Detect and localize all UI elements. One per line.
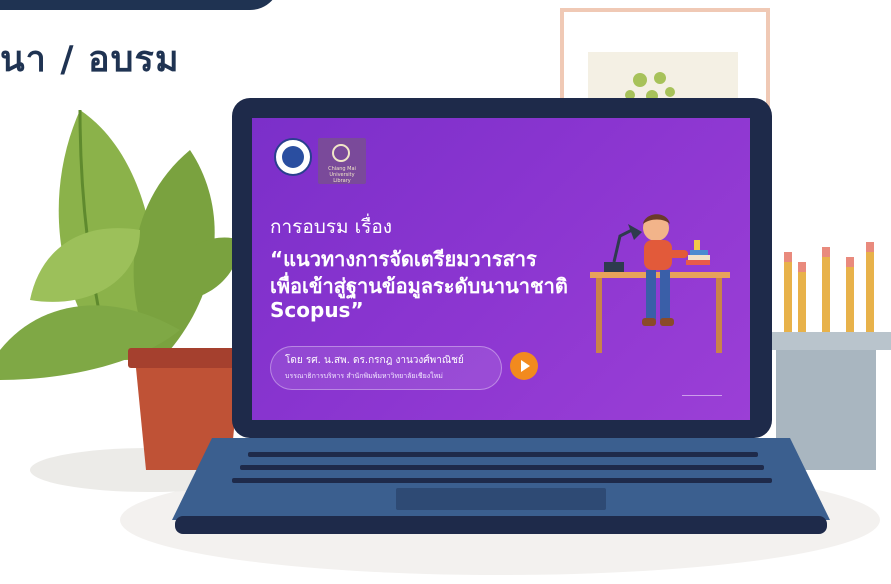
speaker-name: โดย รศ. น.สพ. ดร.กรกฎ งานวงศ์พาณิชย์ xyxy=(285,355,464,366)
university-seal-logo xyxy=(274,138,312,176)
play-button[interactable] xyxy=(510,352,538,380)
plant-icon xyxy=(0,109,240,380)
speaker-position: บรรณาธิการบริหาร สำนักพิมพ์มหาวิทยาลัยเช… xyxy=(285,372,443,380)
laptop-screen: Chiang Mai University Library การอบรม เร… xyxy=(252,118,750,420)
course-title-line-3: Scopus” xyxy=(270,298,364,322)
heading-bar xyxy=(0,0,280,10)
course-subtitle: การอบรม เรื่อง xyxy=(270,216,393,238)
divider xyxy=(682,395,722,396)
speaker-info-pill: โดย รศ. น.สพ. ดร.กรกฎ งานวงศ์พาณิชย์ บรร… xyxy=(270,346,502,390)
page-heading: นา / อบรม xyxy=(0,39,180,80)
library-logo-caption: Chiang Mai University Library xyxy=(328,166,356,184)
pencil-cup-icon xyxy=(770,242,891,470)
play-icon xyxy=(521,360,530,372)
library-logo: Chiang Mai University Library xyxy=(318,138,366,184)
student-at-desk-illustration xyxy=(590,214,730,353)
